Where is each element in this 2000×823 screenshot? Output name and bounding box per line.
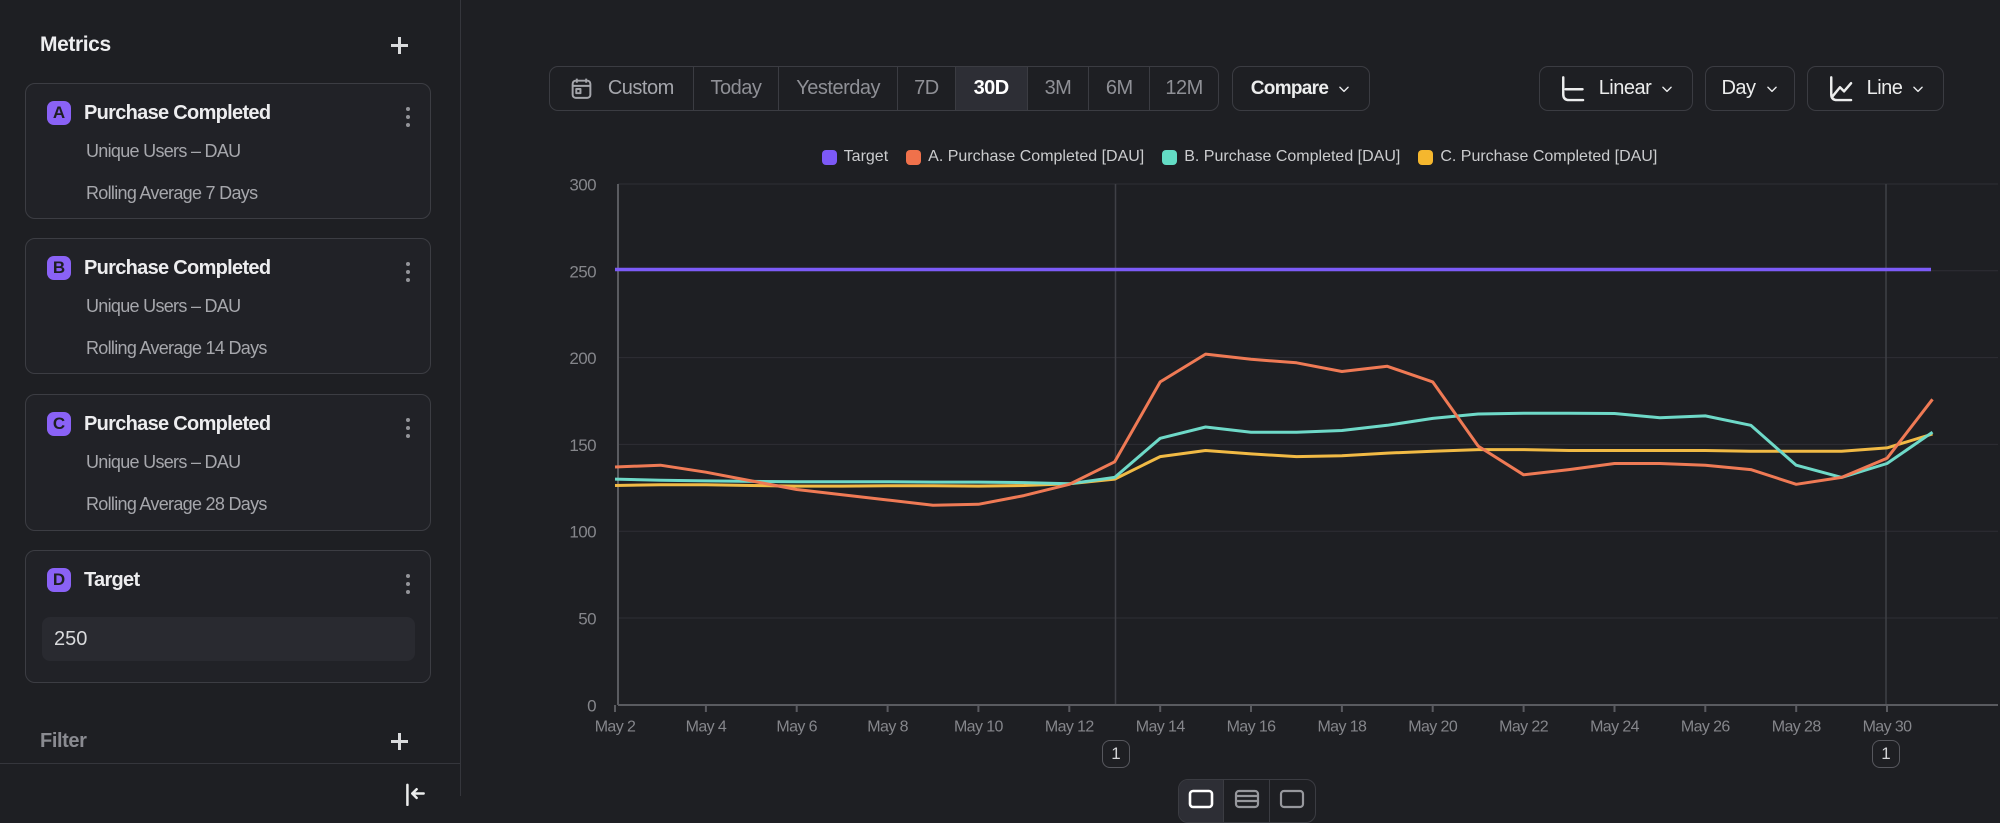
svg-text:May 30: May 30 [1863, 719, 1913, 736]
svg-text:May 6: May 6 [776, 719, 817, 736]
svg-text:May 8: May 8 [867, 719, 908, 736]
svg-text:150: 150 [569, 436, 596, 455]
svg-text:May 14: May 14 [1136, 719, 1186, 736]
svg-text:May 28: May 28 [1772, 719, 1822, 736]
svg-text:May 10: May 10 [954, 719, 1004, 736]
svg-text:50: 50 [578, 610, 596, 629]
svg-text:May 2: May 2 [595, 719, 636, 736]
svg-text:May 22: May 22 [1499, 719, 1549, 736]
svg-text:100: 100 [569, 523, 596, 542]
svg-text:May 24: May 24 [1590, 719, 1640, 736]
svg-text:May 12: May 12 [1045, 719, 1095, 736]
svg-text:0: 0 [587, 696, 596, 715]
svg-text:May 18: May 18 [1317, 719, 1367, 736]
svg-text:May 26: May 26 [1681, 719, 1731, 736]
svg-text:300: 300 [569, 176, 596, 195]
svg-text:250: 250 [569, 262, 596, 281]
svg-text:May 4: May 4 [686, 719, 727, 736]
svg-text:May 16: May 16 [1227, 719, 1277, 736]
svg-text:200: 200 [569, 349, 596, 368]
svg-text:May 20: May 20 [1408, 719, 1458, 736]
